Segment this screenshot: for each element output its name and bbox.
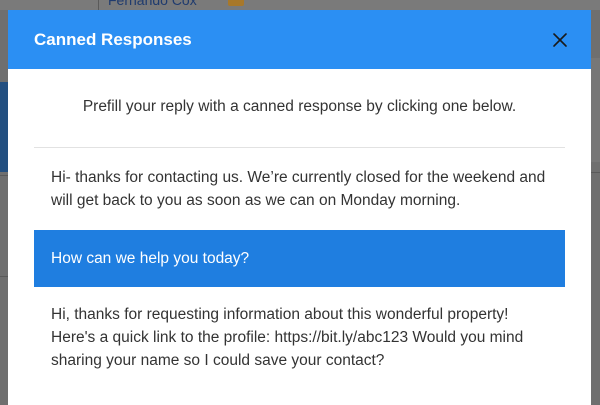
modal-header: Canned Responses xyxy=(8,10,591,69)
background-divider xyxy=(98,0,99,10)
background-right-panel xyxy=(591,58,600,162)
canned-response-item[interactable]: Hi- thanks for contacting us. We’re curr… xyxy=(34,148,565,230)
background-divider xyxy=(0,175,8,176)
canned-response-item[interactable]: Hi, thanks for requesting information ab… xyxy=(34,287,565,372)
background-badge xyxy=(228,0,244,6)
background-divider xyxy=(0,276,8,277)
canned-response-item-selected[interactable]: How can we help you today? xyxy=(34,230,565,287)
background-left-panel xyxy=(0,82,8,172)
canned-responses-modal: Canned Responses Prefill your reply with… xyxy=(8,10,591,405)
background-divider xyxy=(591,172,600,173)
modal-title: Canned Responses xyxy=(34,29,192,49)
background-app-header xyxy=(0,0,600,10)
modal-instructions: Prefill your reply with a canned respons… xyxy=(82,98,517,115)
close-button[interactable] xyxy=(549,29,571,51)
close-icon xyxy=(553,32,567,47)
background-contact-name: Fernando Cox xyxy=(108,0,197,8)
canned-response-list: Hi- thanks for contacting us. We’re curr… xyxy=(34,148,565,372)
